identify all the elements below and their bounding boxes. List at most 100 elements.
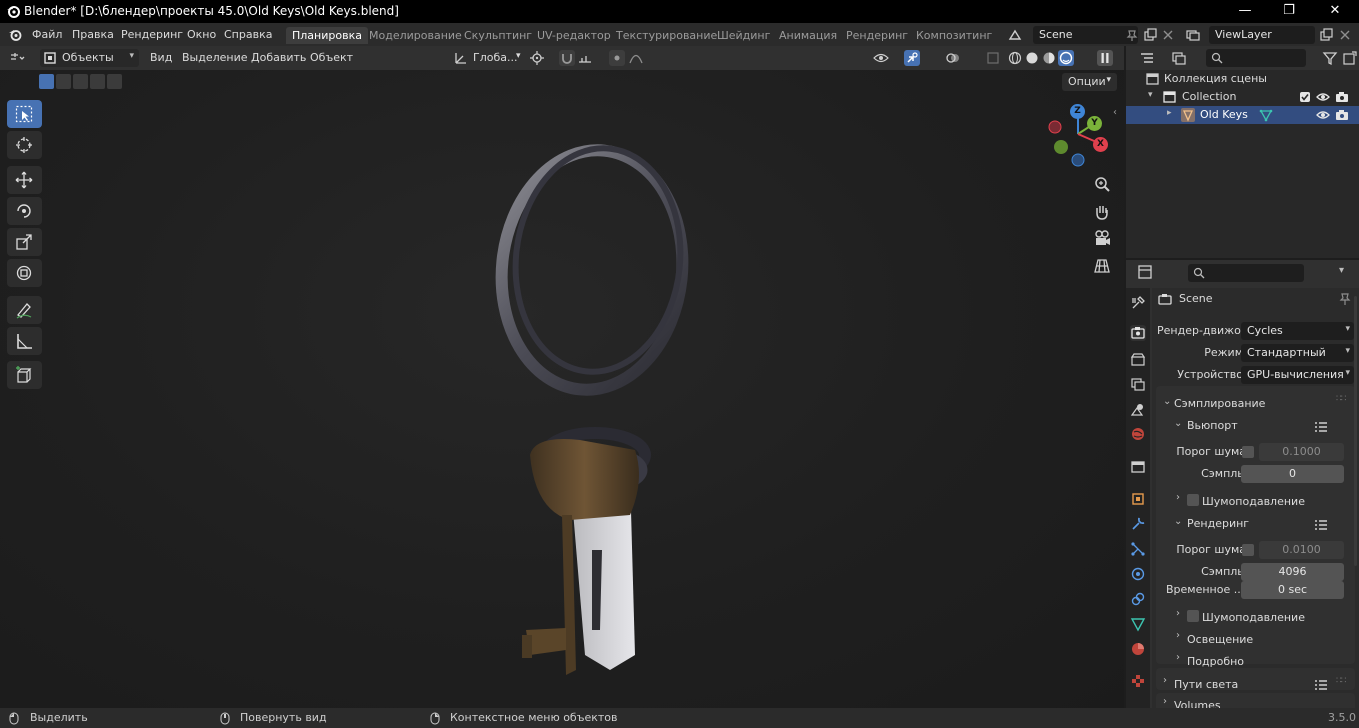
render-tab-icon[interactable] xyxy=(1130,325,1146,341)
tab-compositing[interactable]: Композитинг xyxy=(910,27,998,44)
pivot-point-icon[interactable] xyxy=(529,50,545,66)
viewport-menu-select[interactable]: Выделение xyxy=(182,51,248,64)
cursor-tool[interactable] xyxy=(7,131,42,159)
render-denoise-label[interactable]: Шумоподавление xyxy=(1202,611,1305,624)
tab-animation[interactable]: Анимация xyxy=(773,27,843,44)
minimize-button[interactable]: — xyxy=(1222,0,1268,23)
chevron-down-icon[interactable]: ⌄ xyxy=(1174,418,1182,429)
select-mode-invert-button[interactable] xyxy=(90,74,105,89)
collection-tab-icon[interactable] xyxy=(1130,459,1146,475)
tab-uv-editing[interactable]: UV-редактор xyxy=(531,27,617,44)
render-denoise-checkbox[interactable] xyxy=(1187,610,1199,622)
tab-shading[interactable]: Шейдинг xyxy=(711,27,776,44)
constraints-tab-icon[interactable] xyxy=(1130,591,1146,607)
gizmo-toggle-icon[interactable] xyxy=(904,50,920,66)
snap-icon[interactable] xyxy=(559,50,575,66)
volumes-panel-header[interactable]: Volumes xyxy=(1174,699,1221,708)
render-samples-field[interactable]: 4096 xyxy=(1241,563,1344,581)
scene-selector-icon[interactable] xyxy=(1008,28,1022,42)
gizmo-x-axis[interactable]: X xyxy=(1093,137,1108,152)
viewport-denoise-checkbox[interactable] xyxy=(1187,494,1199,506)
blender-menu-icon[interactable] xyxy=(8,28,22,41)
chevron-right-icon[interactable]: › xyxy=(1176,608,1180,619)
pause-render-icon[interactable] xyxy=(1097,50,1113,66)
move-tool[interactable] xyxy=(7,166,42,194)
viewport-samples-field[interactable]: 0 xyxy=(1241,465,1344,483)
camera-view-icon[interactable] xyxy=(1092,228,1112,248)
scale-tool[interactable] xyxy=(7,228,42,256)
select-mode-extend-button[interactable] xyxy=(56,74,71,89)
outliner-row-old-keys[interactable]: ▸ Old Keys xyxy=(1126,106,1359,124)
maximize-button[interactable]: ❐ xyxy=(1266,0,1312,23)
tab-modeling[interactable]: Моделирование xyxy=(363,27,468,44)
physics-tab-icon[interactable] xyxy=(1130,566,1146,582)
rotate-tool[interactable] xyxy=(7,197,42,225)
pin-icon[interactable] xyxy=(1338,292,1352,306)
annotate-tool[interactable] xyxy=(7,296,42,324)
options-dropdown[interactable]: Опции ▾ xyxy=(1062,73,1117,91)
snap-target-icon[interactable] xyxy=(577,50,593,66)
chevron-right-icon[interactable]: ▸ xyxy=(1167,108,1172,118)
tab-sculpting[interactable]: Скульптинг xyxy=(458,27,538,44)
tab-layout[interactable]: Планировка xyxy=(286,27,368,44)
tab-texture-paint[interactable]: Текстурирование xyxy=(610,27,723,44)
particles-tab-icon[interactable] xyxy=(1130,541,1146,557)
properties-search-input[interactable] xyxy=(1188,264,1304,282)
wireframe-shading-icon[interactable] xyxy=(1007,50,1023,66)
advanced-subpanel-header[interactable]: Подробно xyxy=(1187,655,1244,668)
presets-list-icon[interactable] xyxy=(1314,519,1328,531)
zoom-icon[interactable] xyxy=(1092,175,1112,195)
select-mode-subtract-button[interactable] xyxy=(73,74,88,89)
menu-help[interactable]: Справка xyxy=(224,28,272,41)
menu-file[interactable]: Файл xyxy=(32,28,62,41)
delete-view-layer-icon[interactable] xyxy=(1338,28,1352,42)
exclude-checkbox-icon[interactable] xyxy=(1299,91,1311,103)
output-tab-icon[interactable] xyxy=(1130,351,1146,367)
select-box-tool[interactable] xyxy=(7,100,42,128)
new-scene-icon[interactable] xyxy=(1143,28,1157,42)
transform-orientation-dropdown[interactable]: Глоба... xyxy=(473,51,517,64)
scene-tab-icon[interactable] xyxy=(1130,401,1146,417)
chevron-right-icon[interactable]: › xyxy=(1176,630,1180,641)
perspective-grid-icon[interactable] xyxy=(1092,256,1112,276)
object-tab-icon[interactable] xyxy=(1130,491,1146,507)
transform-tool[interactable] xyxy=(7,259,42,287)
xray-toggle-icon[interactable] xyxy=(985,50,1001,66)
texture-tab-icon[interactable] xyxy=(1130,673,1146,689)
solid-shading-icon[interactable] xyxy=(1024,50,1040,66)
viewport-noise-threshold-field[interactable]: 0.1000 xyxy=(1259,443,1344,461)
pin-scene-icon[interactable] xyxy=(1125,28,1139,42)
chevron-down-icon[interactable]: ⌄ xyxy=(1174,516,1182,527)
modifier-tab-icon[interactable] xyxy=(1130,516,1146,532)
proportional-editing-icon[interactable] xyxy=(609,50,625,66)
select-mode-new-button[interactable] xyxy=(39,74,54,89)
presets-list-icon[interactable] xyxy=(1314,421,1328,433)
viewport-denoise-label[interactable]: Шумоподавление xyxy=(1202,495,1305,508)
delete-scene-icon[interactable] xyxy=(1161,28,1175,42)
falloff-icon[interactable] xyxy=(628,50,644,66)
device-dropdown[interactable]: GPU-вычисления ▾ xyxy=(1241,366,1354,384)
sampling-panel-header[interactable]: Сэмплирование xyxy=(1174,397,1265,410)
select-mode-intersect-button[interactable] xyxy=(107,74,122,89)
presets-list-icon[interactable] xyxy=(1314,679,1328,691)
close-window-button[interactable]: ✕ xyxy=(1312,0,1358,23)
tool-tab-icon[interactable] xyxy=(1130,295,1146,311)
time-limit-field[interactable]: 0 sec xyxy=(1241,581,1344,599)
volumes-panel[interactable]: › Volumes xyxy=(1156,693,1355,708)
render-adaptive-sampling-checkbox[interactable] xyxy=(1242,544,1254,556)
interaction-mode-dropdown[interactable]: Объекты ▾ xyxy=(40,49,139,67)
gizmo-y-axis[interactable]: Y xyxy=(1087,116,1102,131)
display-mode-icon[interactable] xyxy=(1171,50,1187,66)
outliner-row-scene-collection[interactable]: Коллекция сцены xyxy=(1126,70,1359,88)
world-tab-icon[interactable] xyxy=(1130,426,1146,442)
add-cube-tool[interactable] xyxy=(7,361,42,389)
filter-icon[interactable] xyxy=(1322,50,1338,66)
rendered-shading-icon[interactable] xyxy=(1058,50,1074,66)
render-engine-dropdown[interactable]: Cycles ▾ xyxy=(1241,322,1354,340)
properties-editor-type-icon[interactable] xyxy=(1137,264,1153,280)
material-preview-shading-icon[interactable] xyxy=(1041,50,1057,66)
chevron-right-icon[interactable]: › xyxy=(1176,652,1180,663)
viewport-menu-view[interactable]: Вид xyxy=(150,51,172,64)
scene-name-field[interactable]: Scene xyxy=(1033,26,1138,44)
menu-window[interactable]: Окно xyxy=(187,28,216,41)
